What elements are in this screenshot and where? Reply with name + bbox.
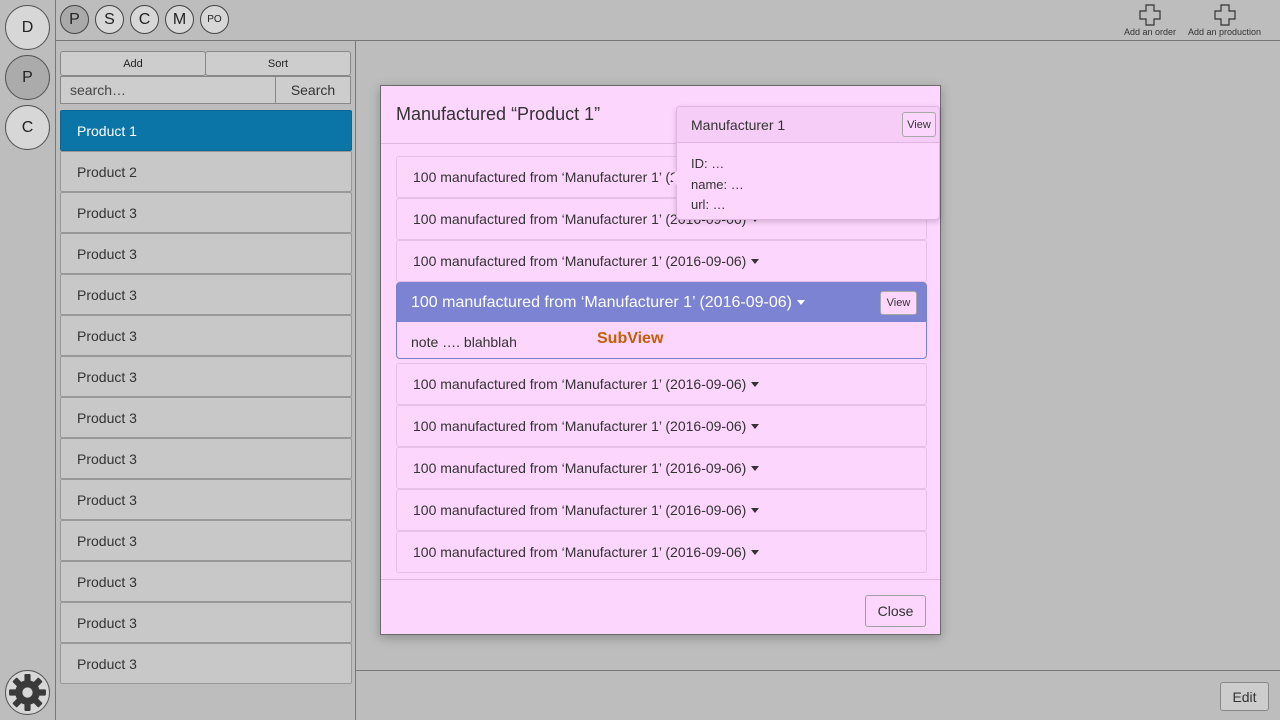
manufacture-row[interactable]: 100 manufactured from ‘Manufacturer 1’ (… [396,489,927,531]
product-list: Product 1 Product 2 Product 3 Product 3 … [60,110,352,684]
subview-label: SubView [597,330,664,347]
divider [381,579,940,580]
rail-button-p[interactable]: P [5,55,50,100]
plus-icon [1213,4,1236,26]
popover-field-name: name: … [691,176,744,192]
product-item[interactable]: Product 3 [60,397,352,438]
caret-down-icon [751,507,760,513]
popover-field-url: url: … [691,197,726,212]
product-item[interactable]: Product 1 [60,110,352,151]
row-label: 100 manufactured from ‘Manufacturer 1’ (… [413,418,747,434]
add-order-label: Add an order [1124,27,1177,37]
manufacture-row[interactable]: 100 manufactured from ‘Manufacturer 1’ (… [396,363,927,405]
popover-arrow [669,171,677,185]
product-item[interactable]: Product 3 [60,233,352,274]
search-input[interactable] [60,76,276,104]
popover-header: Manufacturer 1 View [677,107,939,143]
manufacture-row[interactable]: 100 manufactured from ‘Manufacturer 1’ (… [396,447,927,489]
product-item[interactable]: Product 3 [60,602,352,643]
caret-down-icon [751,423,760,429]
manufacture-row[interactable]: 100 manufactured from ‘Manufacturer 1’ (… [396,531,927,573]
popover-view-button[interactable]: View [902,112,936,137]
row-note: note …. blahblah [411,334,517,350]
left-rail: D P C [0,0,56,720]
tab-products[interactable]: P [60,5,89,34]
product-item[interactable]: Product 3 [60,561,352,602]
bottom-bar: Edit [356,670,1280,720]
caret-down-icon [751,465,760,471]
row-label: 100 manufactured from ‘Manufacturer 1’ (… [413,376,747,392]
tab-po[interactable]: PO [200,5,229,34]
modal-title: Manufactured “Product 1” [396,104,601,124]
add-button[interactable]: Add [60,51,206,76]
sort-button[interactable]: Sort [205,51,351,76]
product-item[interactable]: Product 3 [60,643,352,684]
top-bar: P S C M PO Add an order Add an productio… [56,0,1280,41]
product-item[interactable]: Product 3 [60,438,352,479]
rail-button-c[interactable]: C [5,105,50,150]
product-item[interactable]: Product 3 [60,356,352,397]
manufacture-row[interactable]: 100 manufactured from ‘Manufacturer 1’ (… [396,405,927,447]
manufacture-row[interactable]: 100 manufactured from ‘Manufacturer 1’ (… [396,240,927,282]
plus-icon [1139,4,1161,26]
row-label: 100 manufactured from ‘Manufacturer 1’ (… [413,502,747,518]
tab-m[interactable]: M [165,5,194,34]
tab-c[interactable]: C [130,5,159,34]
product-item[interactable]: Product 3 [60,274,352,315]
row-label: 100 manufactured from ‘Manufacturer 1’ (… [413,544,747,560]
product-item[interactable]: Product 3 [60,479,352,520]
row-label: 100 manufactured from ‘Manufacturer 1’ (… [411,293,792,311]
product-sidebar: Add Sort Search Product 1 Product 2 Prod… [56,41,356,720]
gear-icon [9,674,46,711]
settings-button[interactable] [5,670,50,715]
view-button[interactable]: View [880,291,917,315]
caret-down-icon [751,549,760,555]
product-item[interactable]: Product 3 [60,192,352,233]
caret-down-icon [751,381,760,387]
add-production-button[interactable]: Add an production [1188,4,1261,37]
popover-title: Manufacturer 1 [691,116,786,133]
edit-button[interactable]: Edit [1220,682,1269,711]
search-button[interactable]: Search [275,76,351,104]
rail-button-d[interactable]: D [5,5,50,50]
product-item[interactable]: Product 3 [60,520,352,561]
manufacturer-popover: Manufacturer 1 View ID: … name: … url: … [669,106,940,220]
add-order-button[interactable]: Add an order [1124,4,1176,37]
expanded-row-body: note …. blahblah SubView [397,322,926,358]
row-label: 100 manufactured from ‘Manufacturer 1’ (… [413,253,747,269]
expanded-row-header[interactable]: 100 manufactured from ‘Manufacturer 1’ (… [397,283,926,322]
row-label: 100 manufactured from ‘Manufacturer 1’ (… [413,460,747,476]
add-production-label: Add an production [1188,27,1262,37]
close-button[interactable]: Close [865,595,926,627]
caret-down-icon [751,258,760,264]
expanded-manufacture-row: 100 manufactured from ‘Manufacturer 1’ (… [396,282,927,359]
caret-down-icon [796,300,805,305]
product-item[interactable]: Product 2 [60,151,352,192]
popover-body: ID: … name: … url: … [677,143,939,216]
product-item[interactable]: Product 3 [60,315,352,356]
tab-s[interactable]: S [95,5,124,34]
popover-field-id: ID: … [691,156,725,171]
